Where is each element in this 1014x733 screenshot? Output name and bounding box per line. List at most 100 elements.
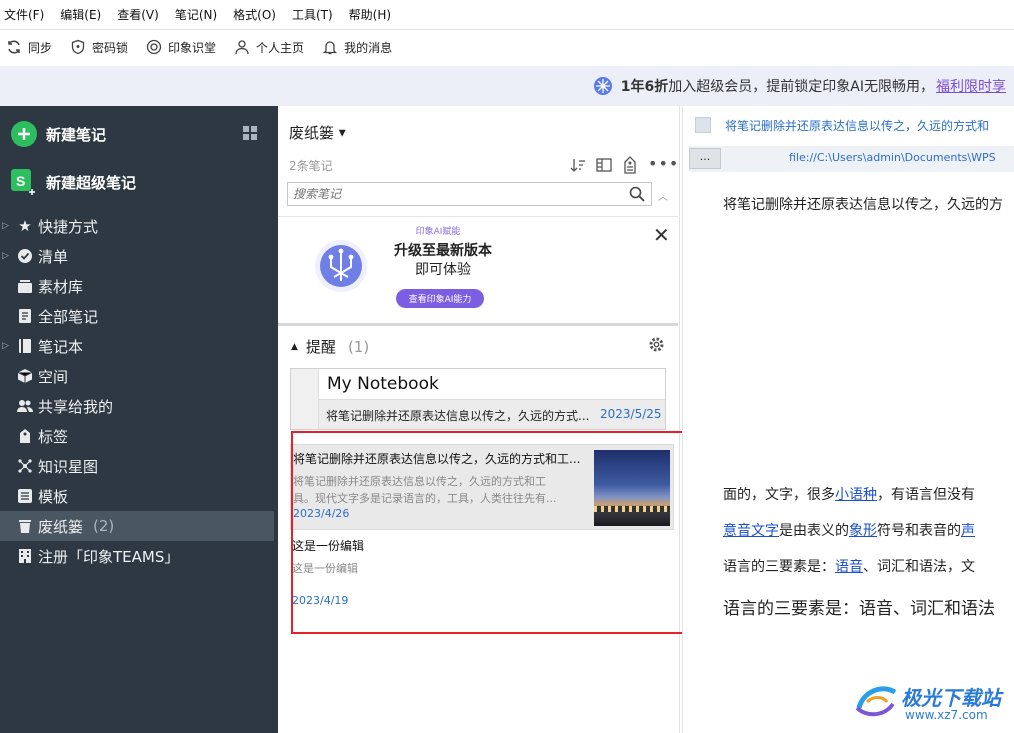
sidebar-item-label: 标签 <box>38 427 69 446</box>
trash-count: (2) <box>93 517 115 535</box>
classroom-button[interactable]: 印象识堂 <box>146 39 216 56</box>
note-body-line: 语言的三要素是：语音、词汇和语法，文 <box>723 556 975 576</box>
lock-button[interactable]: 密码锁 <box>70 39 128 56</box>
text-run: ，有语言但没有 <box>877 487 975 503</box>
classroom-label: 印象识堂 <box>168 40 217 55</box>
sidebar-item-spaces[interactable]: 空间 <box>0 361 274 391</box>
list-title-dropdown[interactable]: 废纸篓 ▼ <box>289 122 346 143</box>
ai-promo-card: 印象AI赋能 升级至最新版本 即可体验 查看印象AI能力 ✕ <box>278 217 678 323</box>
sidebar-item-templates[interactable]: 模板 <box>0 481 274 511</box>
new-super-note-button[interactable]: S 新建超级笔记 <box>10 168 136 196</box>
reminder-gutter <box>291 369 319 429</box>
trash-icon <box>16 517 34 535</box>
promo-button[interactable]: 查看印象AI能力 <box>396 289 484 308</box>
note-body-line: 语言的三要素是：语音、词汇和语法 <box>723 599 995 619</box>
link[interactable]: 语音 <box>835 559 863 575</box>
note-body-line: 意音文字是由表义的象形符号和表音的声 <box>723 520 975 540</box>
link[interactable]: 意音文字 <box>723 523 779 539</box>
menu-file[interactable]: 文件(F) <box>4 6 44 23</box>
library-icon <box>16 277 34 295</box>
sidebar-item-label: 注册「印象TEAMS」 <box>38 547 180 566</box>
menu-tools[interactable]: 工具(T) <box>292 6 333 23</box>
note-title-field[interactable]: 将笔记删除并还原表达信息以传之，久远的方式和 <box>725 117 989 134</box>
sidebar-item-label: 素材库 <box>38 277 84 296</box>
lock-label: 密码锁 <box>92 40 129 55</box>
sidebar-item-tags[interactable]: 标签 <box>0 421 274 451</box>
messages-button[interactable]: 我的消息 <box>322 39 392 56</box>
sidebar-item-shared[interactable]: 共享给我的 <box>0 391 274 421</box>
note-body-line: 面的，文字，很多小语种，有语言但没有 <box>723 484 975 504</box>
view-layout-icon[interactable] <box>596 157 612 173</box>
caret-down-icon: ▼ <box>338 128 346 139</box>
expand-arrow-icon[interactable]: ▷ <box>2 251 9 261</box>
sidebar-item-knowledge-graph[interactable]: 知识星图 <box>0 451 274 481</box>
search-input[interactable] <box>288 183 618 205</box>
sidebar-item-label: 废纸篓 <box>38 517 84 536</box>
sort-icon[interactable] <box>570 157 586 173</box>
reminder-row[interactable]: 将笔记删除并还原表达信息以传之，久远的方式... 2023/5/25 <box>319 399 665 429</box>
reminder-count: (1) <box>347 337 370 356</box>
banner-text: 加入超级会员，提前锁定印象AI无限畅用， <box>668 79 934 95</box>
collapse-up-icon[interactable]: ︿ <box>658 188 668 203</box>
text-run: 面的，文字，很多 <box>723 487 835 503</box>
gear-icon[interactable] <box>648 336 665 353</box>
note-body-line: 将笔记删除并还原表达信息以传之，久远的方 <box>723 197 1003 213</box>
profile-button[interactable]: 个人主页 <box>234 39 304 56</box>
sync-label: 同步 <box>28 40 53 55</box>
tag-filter-icon[interactable] <box>622 156 638 174</box>
reminder-note-title: 将笔记删除并还原表达信息以传之，久远的方式... <box>326 409 590 423</box>
watermark-name: 极光下载站 <box>901 686 1001 710</box>
new-super-note-label: 新建超级笔记 <box>46 173 137 192</box>
reminder-notebook: My Notebook <box>327 374 439 394</box>
messages-label: 我的消息 <box>344 40 393 55</box>
more-button[interactable]: ... <box>689 148 721 169</box>
reminder-header[interactable]: ▲ 提醒 (1) <box>291 336 369 357</box>
expand-arrow-icon[interactable]: ▷ <box>2 221 9 231</box>
sidebar-item-trash[interactable]: 废纸篓 (2) <box>0 511 274 541</box>
sidebar-item-label: 笔记本 <box>38 337 84 356</box>
menu-format[interactable]: 格式(O) <box>233 6 276 23</box>
sidebar-item-shortcuts[interactable]: ▷ ★ 快捷方式 <box>0 211 274 241</box>
banner-discount: 1年6折 <box>620 79 669 95</box>
grid-icon[interactable] <box>243 126 257 140</box>
sidebar-item-label: 共享给我的 <box>38 397 114 416</box>
sidebar-item-library[interactable]: 素材库 <box>0 271 274 301</box>
check-circle-icon <box>16 247 34 265</box>
sidebar-item-teams[interactable]: 注册「印象TEAMS」 <box>0 541 274 571</box>
bell-icon <box>322 41 338 55</box>
search-icon[interactable] <box>629 186 645 202</box>
sidebar-item-label: 空间 <box>38 367 69 386</box>
promo-small-label: 印象AI赋能 <box>415 227 461 237</box>
menu-note[interactable]: 笔记(N) <box>175 6 217 23</box>
note-count: 2条笔记 <box>289 159 333 173</box>
note-icon <box>16 307 34 325</box>
sidebar-item-checklist[interactable]: ▷ 清单 <box>0 241 274 271</box>
menu-edit[interactable]: 编辑(E) <box>60 6 101 23</box>
sidebar-item-label: 知识星图 <box>38 457 99 476</box>
reminder-table: My Notebook 将笔记删除并还原表达信息以传之，久远的方式... 202… <box>290 368 666 430</box>
reminder-label: 提醒 <box>305 338 336 356</box>
collapse-arrow-icon: ▲ <box>291 341 298 352</box>
link[interactable]: 小语种 <box>835 487 877 503</box>
template-icon <box>16 487 34 505</box>
plus-circle-icon <box>11 121 37 147</box>
banner-link[interactable]: 福利限时享 <box>936 76 1006 96</box>
sync-button[interactable]: 同步 <box>6 39 52 56</box>
new-note-button[interactable]: 新建笔记 <box>10 120 106 148</box>
link[interactable]: 象形 <box>849 523 877 539</box>
menu-help[interactable]: 帮助(H) <box>349 6 391 23</box>
cube-icon <box>16 367 34 385</box>
person-icon <box>235 40 249 55</box>
close-icon[interactable]: ✕ <box>653 223 670 247</box>
menu-view[interactable]: 查看(V) <box>117 6 159 23</box>
file-path-link[interactable]: file://C:\Users\admin\Documents\WPS <box>789 151 996 164</box>
watermark-logo-icon <box>855 686 897 717</box>
link[interactable]: 声 <box>961 523 975 539</box>
sidebar-item-notebooks[interactable]: ▷ 笔记本 <box>0 331 274 361</box>
expand-arrow-icon[interactable]: ▷ <box>2 341 9 351</box>
text-run: 、词汇和语法，文 <box>863 559 975 575</box>
promo-banner: 1年6折 加入超级会员，提前锁定印象AI无限畅用， 福利限时享 <box>0 66 1014 106</box>
graph-icon <box>16 457 34 475</box>
sidebar-item-all-notes[interactable]: 全部笔记 <box>0 301 274 331</box>
more-icon[interactable]: ••• <box>648 154 679 173</box>
